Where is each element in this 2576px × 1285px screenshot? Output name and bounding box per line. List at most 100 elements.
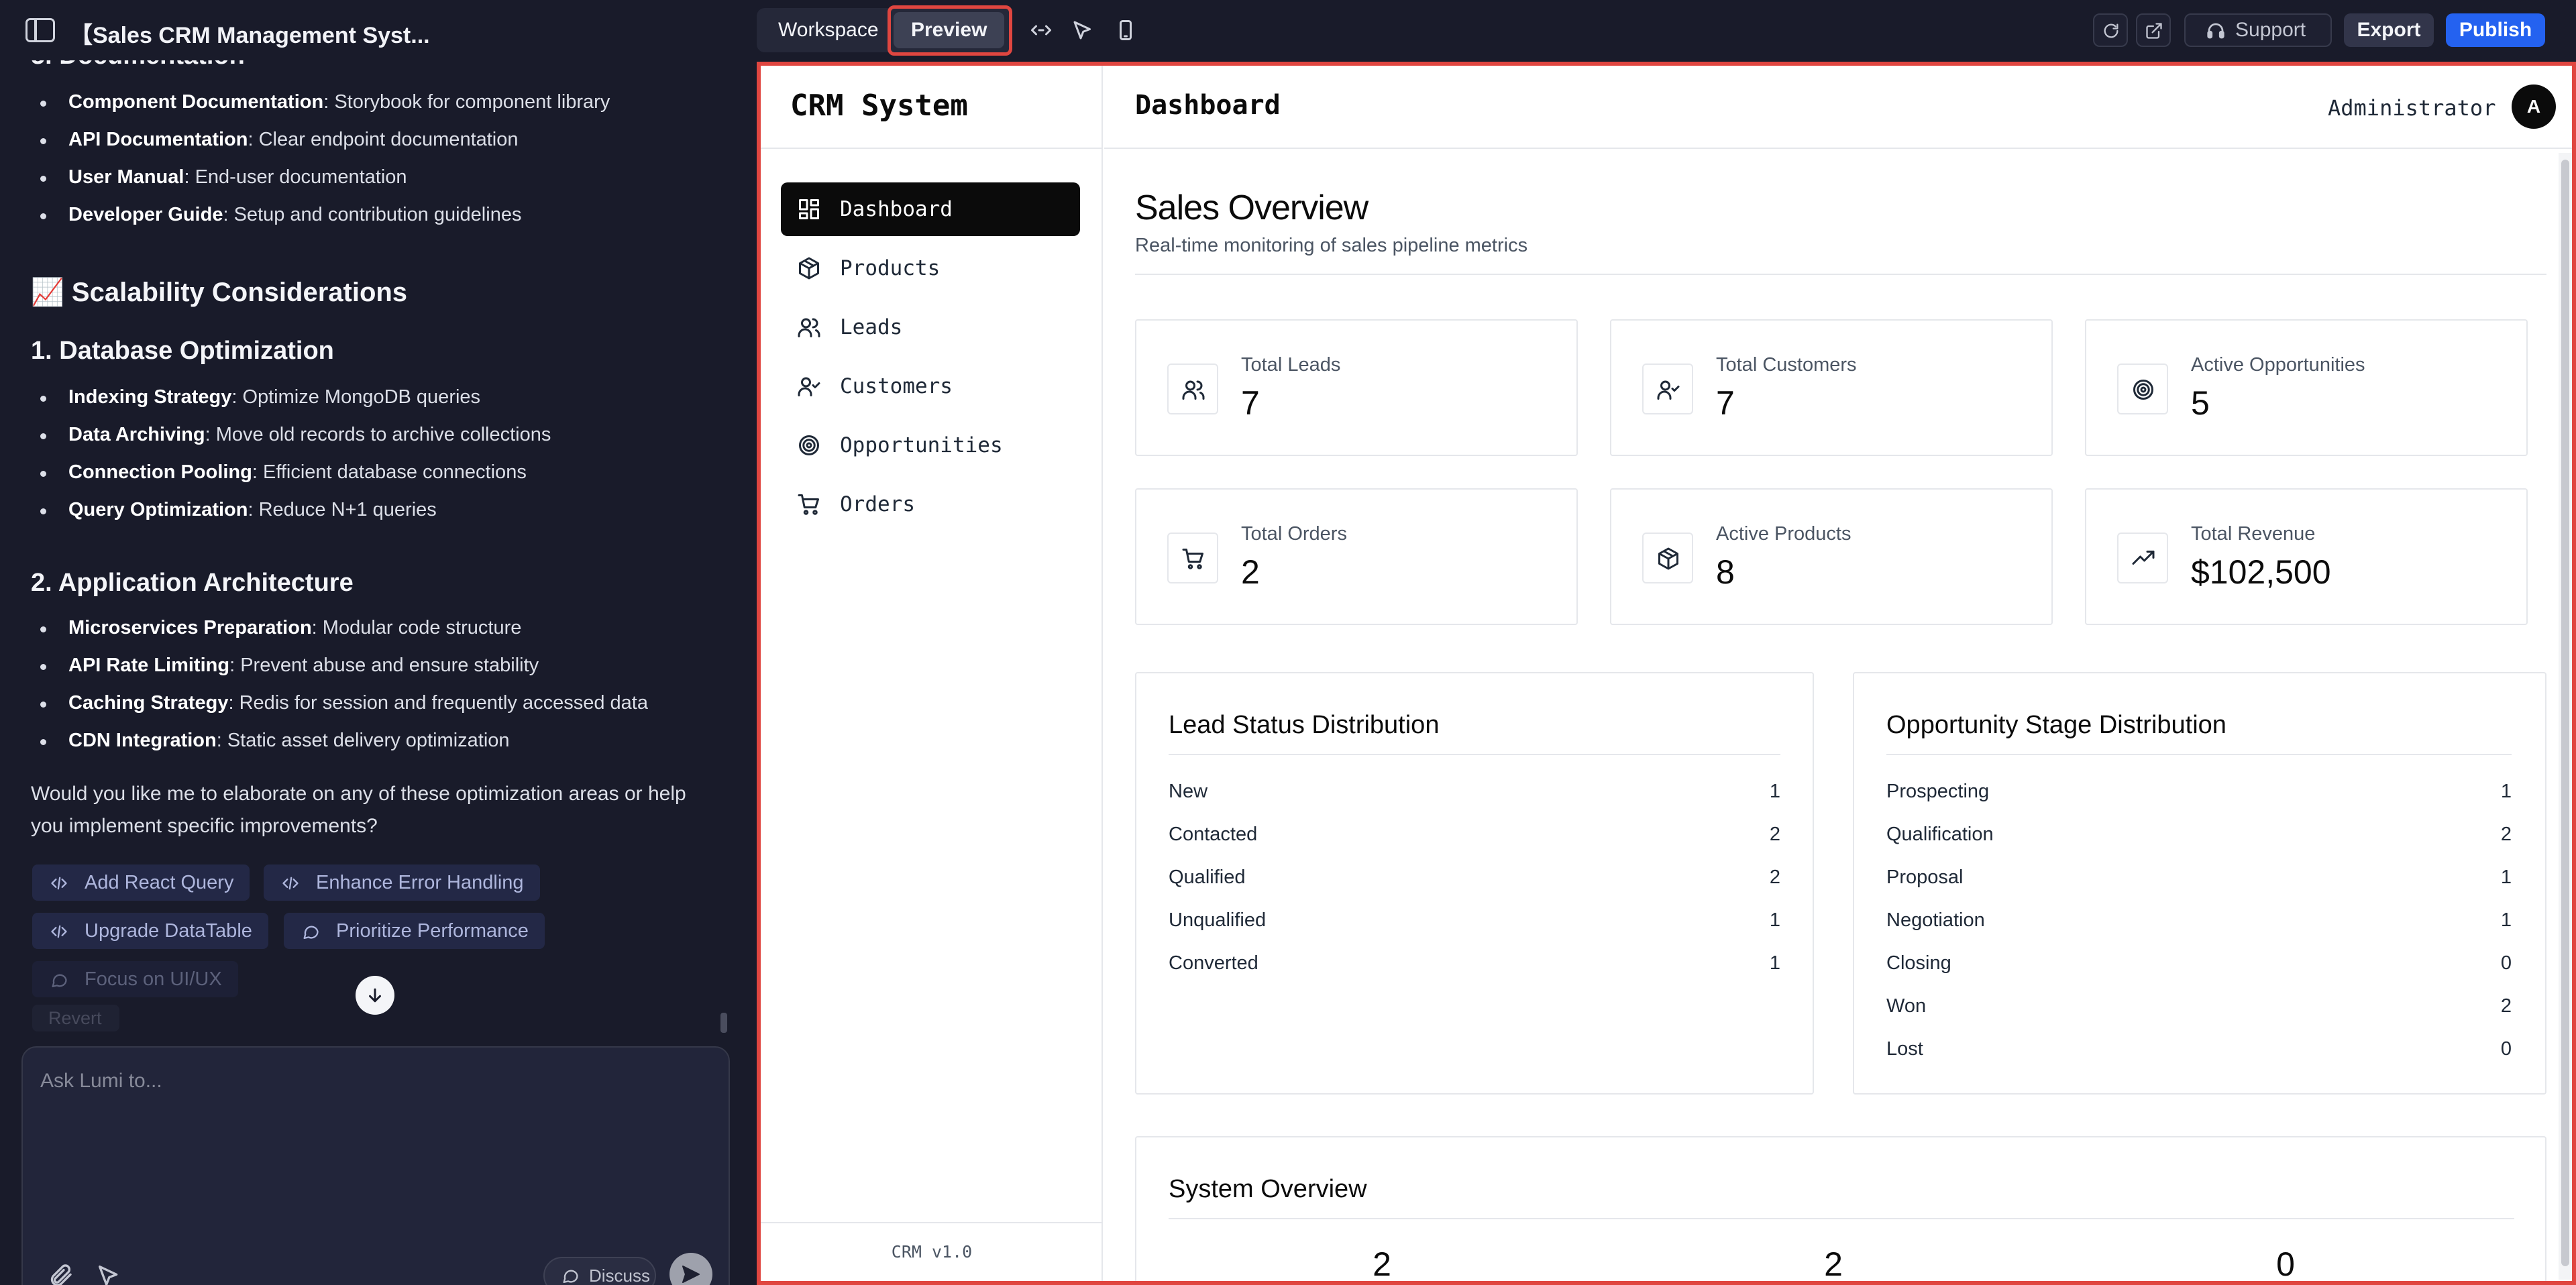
divider bbox=[1135, 274, 2546, 275]
stat-card-active-products: Active Products 8 bbox=[1610, 488, 2053, 625]
sidebar-item-products[interactable]: Products bbox=[781, 241, 1080, 295]
suggestion-chip[interactable]: Focus on UI/UX bbox=[32, 961, 238, 997]
system-overview-card: System Overview 2 2 0 bbox=[1135, 1136, 2546, 1281]
list-item: User Manual: End-user documentation bbox=[40, 166, 407, 188]
sidebar-item-leads[interactable]: Leads bbox=[781, 300, 1080, 354]
external-link-icon bbox=[2146, 23, 2162, 39]
divider bbox=[1886, 754, 2512, 755]
trending-up-icon bbox=[2117, 533, 2168, 583]
stat-card-active-opportunities: Active Opportunities 5 bbox=[2085, 319, 2528, 456]
stat-value: 2 bbox=[1241, 553, 1260, 591]
send-icon bbox=[682, 1266, 700, 1283]
divider bbox=[1169, 1218, 2514, 1219]
list-item: Caching Strategy: Redis for session and … bbox=[40, 692, 648, 714]
dashboard-content: Sales Overview Real-time monitoring of s… bbox=[1104, 150, 2563, 1281]
chat-heading-database: 1. Database Optimization bbox=[31, 337, 334, 365]
users-icon bbox=[798, 318, 820, 337]
paperclip-icon bbox=[50, 1264, 72, 1285]
sidebar-item-opportunities[interactable]: Opportunities bbox=[781, 418, 1080, 472]
pointer-icon bbox=[99, 1266, 118, 1285]
dashboard-icon bbox=[799, 199, 819, 219]
stat-label: Total Customers bbox=[1716, 354, 1857, 376]
chat-scrollbar[interactable] bbox=[720, 1013, 727, 1033]
divider bbox=[761, 1222, 1103, 1223]
list-item: Closing 0 bbox=[1886, 952, 2512, 974]
sidebar-item-customers[interactable]: Customers bbox=[781, 359, 1080, 413]
chat-heading-architecture: 2. Application Architecture bbox=[31, 569, 354, 597]
suggestion-chip[interactable]: Upgrade DataTable bbox=[32, 913, 268, 949]
list-item: Qualification 2 bbox=[1886, 824, 2512, 845]
select-element-button[interactable] bbox=[95, 1262, 122, 1285]
sidebar-toggle-icon[interactable] bbox=[25, 18, 55, 42]
project-title[interactable]: 【Sales CRM Management Syst... bbox=[70, 17, 430, 50]
stat-value: 8 bbox=[1716, 553, 1735, 591]
attach-button[interactable] bbox=[47, 1262, 74, 1285]
main-scrollbar[interactable] bbox=[2559, 153, 2572, 1280]
divider bbox=[1169, 754, 1780, 755]
scrollbar-thumb[interactable] bbox=[2561, 160, 2569, 1266]
code-arrows-icon[interactable] bbox=[1029, 18, 1053, 42]
stat-card-total-orders: Total Orders 2 bbox=[1135, 488, 1578, 625]
list-item: Lost 0 bbox=[1886, 1038, 2512, 1060]
discuss-button[interactable]: Discuss bbox=[543, 1257, 656, 1285]
list-item: New 1 bbox=[1169, 781, 1780, 802]
chat-closing-paragraph: Would you like me to elaborate on any of… bbox=[31, 783, 686, 837]
target-icon bbox=[2117, 364, 2168, 414]
chat-message-area[interactable]: 5. Documentation Component Documentation… bbox=[0, 60, 735, 1033]
send-button[interactable] bbox=[669, 1253, 712, 1285]
stat-value: 7 bbox=[1241, 384, 1260, 422]
publish-button[interactable]: Publish bbox=[2446, 13, 2545, 47]
cart-icon bbox=[798, 494, 819, 515]
suggestion-chip[interactable]: Add React Query bbox=[32, 864, 250, 901]
cart-icon bbox=[1167, 533, 1218, 583]
suggestion-chip[interactable]: Enhance Error Handling bbox=[264, 864, 540, 901]
workspace-tab[interactable]: Workspace bbox=[761, 12, 896, 48]
list-item: Prospecting 1 bbox=[1886, 781, 2512, 802]
users-icon bbox=[1167, 364, 1218, 414]
pointer-icon[interactable] bbox=[1071, 18, 1095, 42]
sidebar-item-dashboard[interactable]: Dashboard bbox=[781, 182, 1080, 236]
system-value: 0 bbox=[2276, 1245, 2295, 1281]
mobile-icon[interactable] bbox=[1114, 18, 1138, 42]
open-external-button[interactable] bbox=[2136, 13, 2171, 47]
app-header: Dashboard Administrator A bbox=[1104, 66, 2572, 149]
system-value: 2 bbox=[1824, 1245, 1843, 1281]
sidebar-item-orders[interactable]: Orders bbox=[781, 478, 1080, 531]
suggestion-chip[interactable]: Prioritize Performance bbox=[284, 913, 545, 949]
headset-icon bbox=[2207, 23, 2224, 39]
list-item: API Rate Limiting: Prevent abuse and ens… bbox=[40, 655, 539, 676]
chat-input[interactable] bbox=[40, 1061, 711, 1101]
stat-card-total-leads: Total Leads 7 bbox=[1135, 319, 1578, 456]
support-button[interactable]: Support bbox=[2184, 13, 2332, 47]
refresh-icon bbox=[2104, 23, 2118, 38]
list-item: Developer Guide: Setup and contribution … bbox=[40, 204, 522, 225]
package-icon bbox=[799, 257, 819, 280]
package-icon bbox=[1642, 533, 1693, 583]
stat-value: $102,500 bbox=[2191, 553, 2331, 591]
list-item: Microservices Preparation: Modular code … bbox=[40, 617, 522, 638]
stat-card-total-revenue: Total Revenue $102,500 bbox=[2085, 488, 2528, 625]
chat-bubble-icon bbox=[563, 1270, 578, 1284]
card-title: System Overview bbox=[1169, 1175, 1367, 1203]
list-item: Won 2 bbox=[1886, 995, 2512, 1017]
stat-label: Active Opportunities bbox=[2191, 354, 2365, 376]
user-check-icon bbox=[1642, 364, 1693, 414]
avatar[interactable]: A bbox=[2512, 85, 2556, 129]
scroll-to-bottom-button[interactable] bbox=[356, 976, 394, 1015]
list-item: Data Archiving: Move old records to arch… bbox=[40, 424, 551, 445]
list-item: Query Optimization: Reduce N+1 queries bbox=[40, 499, 437, 520]
export-button[interactable]: Export bbox=[2344, 13, 2434, 47]
code-icon bbox=[282, 877, 299, 890]
opportunity-stage-card: Opportunity Stage Distribution Prospecti… bbox=[1853, 672, 2546, 1095]
list-item: Contacted 2 bbox=[1169, 824, 1780, 845]
target-icon bbox=[799, 435, 819, 455]
preview-tab-highlight bbox=[888, 5, 1012, 56]
lead-status-card: Lead Status Distribution New 1 Contacted 2… bbox=[1135, 672, 1814, 1095]
chat-bubble-icon bbox=[303, 926, 319, 940]
overview-subtitle: Real-time monitoring of sales pipeline m… bbox=[1135, 235, 1528, 256]
app-version: CRM v1.0 bbox=[891, 1242, 973, 1262]
refresh-button[interactable] bbox=[2093, 13, 2128, 47]
revert-button[interactable]: Revert bbox=[32, 1005, 119, 1031]
app-brand: CRM System bbox=[790, 89, 968, 123]
user-name: Administrator bbox=[2328, 95, 2496, 121]
